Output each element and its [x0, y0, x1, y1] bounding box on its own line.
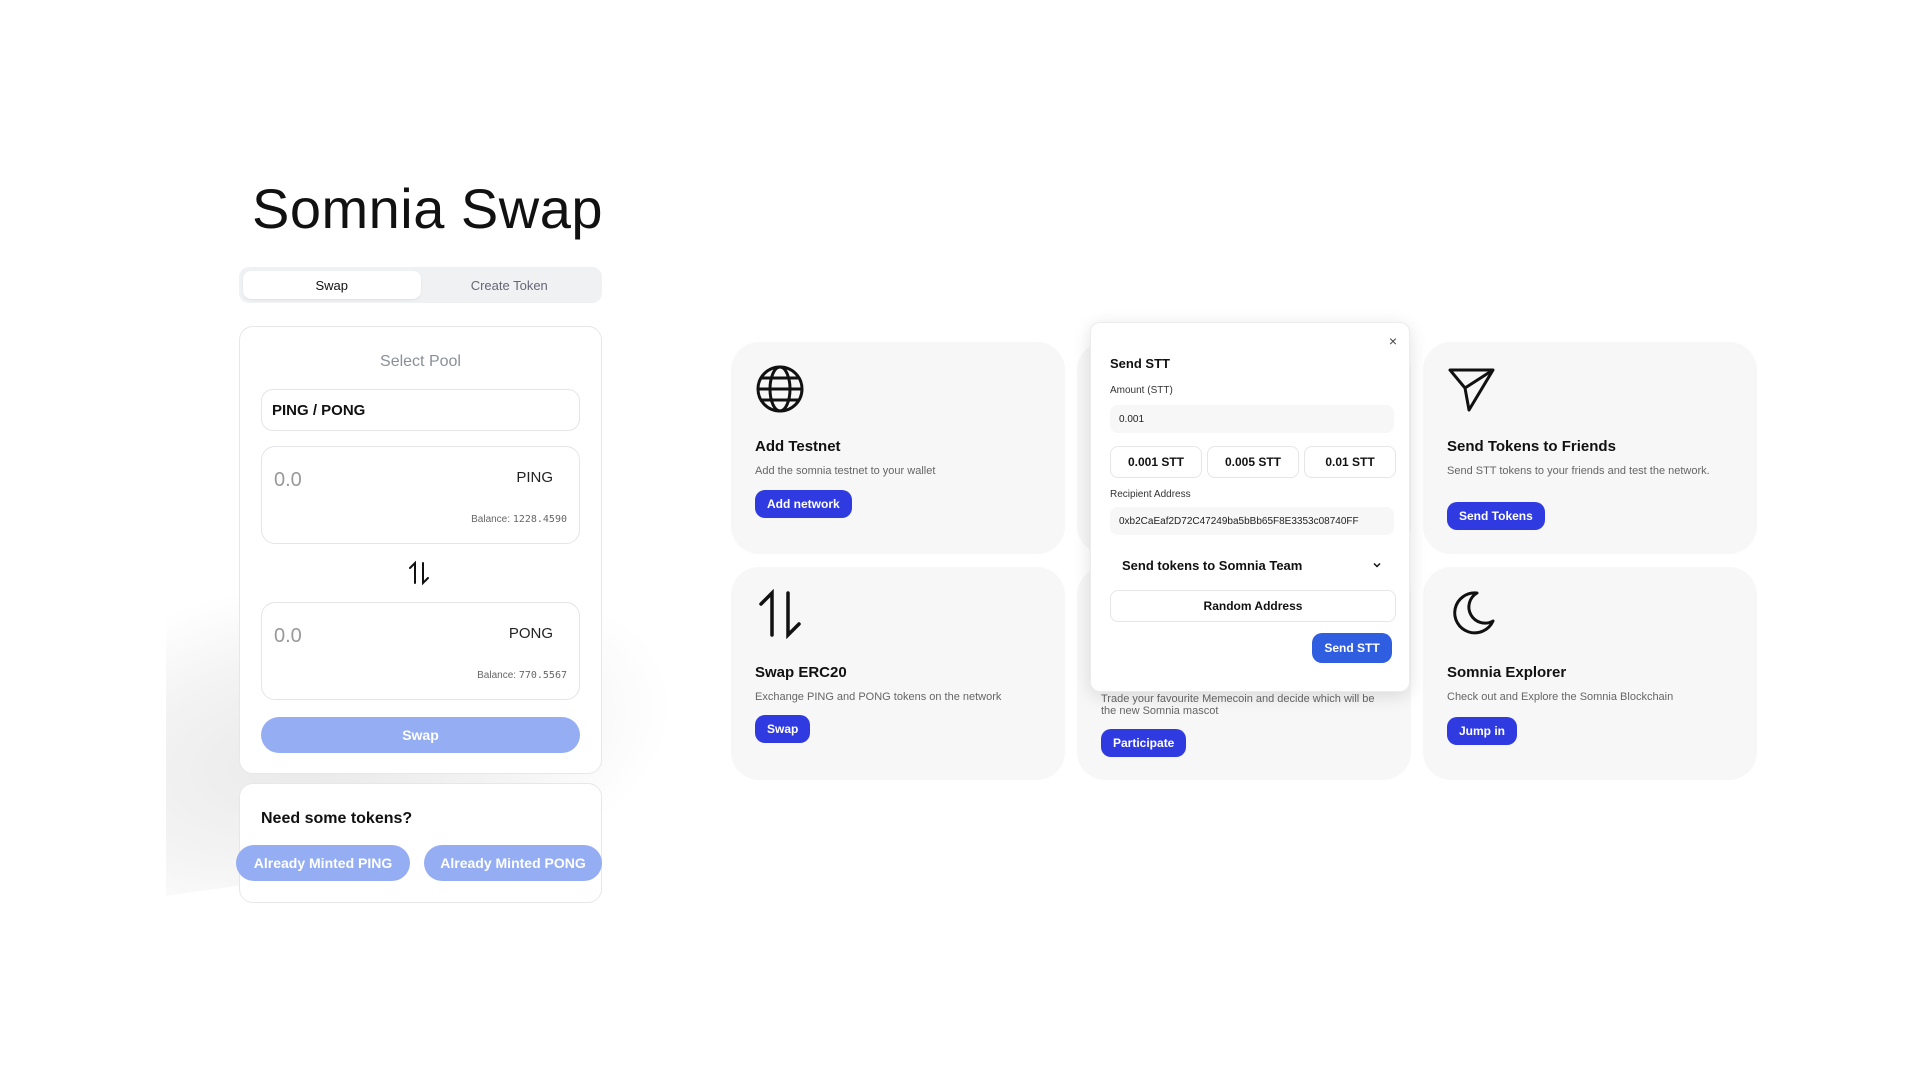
add-testnet-card: Add Testnet Add the somnia testnet to yo… — [731, 342, 1065, 554]
recipient-dropdown[interactable]: Send tokens to Somnia Team — [1110, 550, 1394, 580]
send-friends-title: Send Tokens to Friends — [1447, 438, 1616, 455]
explorer-title: Somnia Explorer — [1447, 664, 1567, 681]
modal-title: Send STT — [1110, 356, 1170, 371]
preset-0005-button[interactable]: 0.005 STT — [1207, 446, 1299, 478]
add-testnet-title: Add Testnet — [755, 438, 841, 455]
swap-erc20-card: Swap ERC20 Exchange PING and PONG tokens… — [731, 567, 1065, 780]
send-friends-card: Send Tokens to Friends Send STT tokens t… — [1423, 342, 1757, 554]
add-testnet-desc: Add the somnia testnet to your wallet — [755, 465, 936, 477]
to-balance-value: 770.5567 — [518, 670, 567, 681]
swap-arrows-icon — [755, 588, 807, 641]
need-tokens-card: Need some tokens? — [239, 783, 602, 903]
jump-in-button[interactable]: Jump in — [1447, 717, 1518, 745]
from-balance-label: Balance: — [471, 514, 511, 525]
to-balance-label: Balance: — [477, 670, 517, 681]
send-stt-modal: × Send STT Amount (STT) 0.001 0.001 STT … — [1090, 322, 1410, 692]
tab-swap[interactable]: Swap — [243, 271, 421, 299]
swap-direction-icon[interactable] — [405, 559, 433, 587]
minted-ping-button[interactable]: Already Minted PING — [236, 845, 410, 881]
recipient-dropdown-label: Send tokens to Somnia Team — [1122, 557, 1303, 573]
close-icon[interactable]: × — [1389, 333, 1397, 349]
random-address-button[interactable]: Random Address — [1110, 590, 1396, 622]
preset-001-button[interactable]: 0.01 STT — [1304, 446, 1396, 478]
add-network-button[interactable]: Add network — [755, 490, 852, 518]
send-tokens-button[interactable]: Send Tokens — [1447, 502, 1545, 530]
page-title: Somnia Swap — [252, 177, 604, 240]
select-pool-label: Select Pool — [380, 353, 461, 370]
amount-label: Amount (STT) — [1110, 385, 1173, 396]
globe-icon — [755, 364, 807, 416]
to-token-box: 0.0 PONG Balance: 770.5567 — [261, 602, 580, 700]
send-icon — [1447, 366, 1499, 418]
swap-feature-button[interactable]: Swap — [755, 715, 811, 743]
chevron-down-icon — [1372, 558, 1382, 573]
send-friends-desc: Send STT tokens to your friends and test… — [1447, 465, 1710, 477]
to-amount-input[interactable]: 0.0 — [274, 625, 302, 648]
to-token-symbol: PONG — [508, 625, 553, 642]
minted-pong-button[interactable]: Already Minted PONG — [424, 845, 602, 881]
from-amount-input[interactable]: 0.0 — [274, 469, 302, 492]
memecoin-desc: Trade your favourite Memecoin and decide… — [1101, 693, 1375, 717]
amount-input[interactable]: 0.001 — [1110, 405, 1394, 433]
from-token-symbol: PING — [516, 469, 553, 486]
recipient-input[interactable]: 0xb2CaEaf2D72C47249ba5bBb65F8E3353c08740… — [1110, 507, 1394, 535]
tab-bar: Swap Create Token — [239, 267, 602, 303]
tab-create-token[interactable]: Create Token — [421, 271, 599, 299]
pool-select[interactable]: PING / PONG — [261, 389, 580, 431]
swap-card: Select Pool PING / PONG 0.0 PING Balance… — [239, 326, 602, 774]
from-balance: Balance: 1228.4590 — [471, 514, 567, 525]
moon-icon — [1447, 589, 1499, 641]
recipient-label: Recipient Address — [1110, 489, 1191, 500]
from-token-box: 0.0 PING Balance: 1228.4590 — [261, 446, 580, 544]
need-tokens-title: Need some tokens? — [261, 810, 413, 827]
swap-erc20-desc: Exchange PING and PONG tokens on the net… — [755, 691, 1002, 703]
swap-erc20-title: Swap ERC20 — [755, 664, 847, 681]
to-balance: Balance: 770.5567 — [477, 670, 567, 681]
explorer-desc: Check out and Explore the Somnia Blockch… — [1447, 691, 1674, 703]
preset-0001-button[interactable]: 0.001 STT — [1110, 446, 1202, 478]
send-stt-button[interactable]: Send STT — [1312, 633, 1392, 663]
swap-button[interactable]: Swap — [261, 717, 580, 753]
explorer-card: Somnia Explorer Check out and Explore th… — [1423, 567, 1757, 780]
participate-button[interactable]: Participate — [1101, 729, 1187, 757]
from-balance-value: 1228.4590 — [512, 514, 567, 525]
